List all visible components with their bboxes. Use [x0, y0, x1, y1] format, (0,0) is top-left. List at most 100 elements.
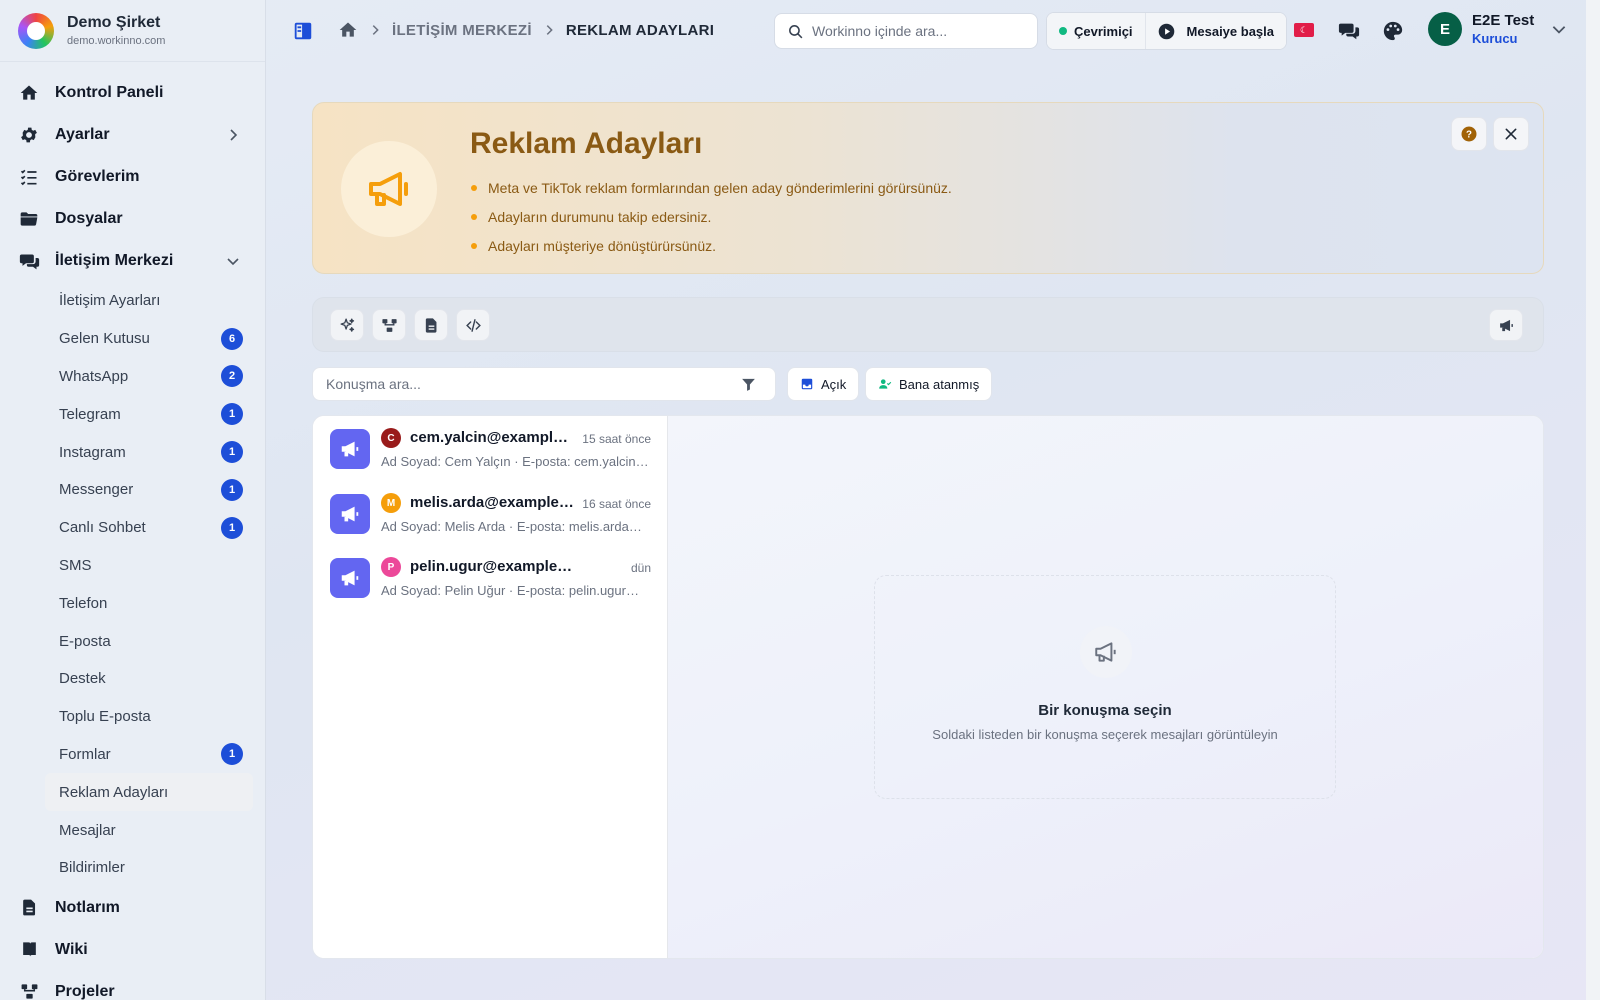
- sidebar-item-phone[interactable]: Telefon: [59, 584, 265, 622]
- sidebar-item-messages[interactable]: Mesajlar: [59, 811, 265, 849]
- sidebar-item-comm-settings[interactable]: İletişim Ayarları: [59, 282, 265, 320]
- global-search[interactable]: [774, 13, 1038, 49]
- comm-center-submenu: İletişim Ayarları Gelen Kutusu 6 WhatsApp…: [0, 282, 265, 887]
- avatar: P: [381, 557, 401, 577]
- nav-label: Wiki: [55, 940, 88, 958]
- count-badge: 1: [221, 403, 243, 426]
- main-nav: Kontrol Paneli Ayarlar Görevlerim Dosyal…: [0, 62, 265, 1000]
- user-check-icon: [879, 379, 892, 389]
- list-item[interactable]: P pelin.ugur@example.com dün Ad Soyad: P…: [313, 547, 668, 611]
- start-shift-button[interactable]: Mesaiye başla: [1145, 13, 1286, 49]
- help-button[interactable]: ?: [1451, 117, 1487, 151]
- sidebar-item-telegram[interactable]: Telegram 1: [59, 395, 265, 433]
- sidebar-item-ad-leads[interactable]: Reklam Adayları: [45, 773, 253, 812]
- sidebar-item-email[interactable]: E-posta: [59, 622, 265, 660]
- brand[interactable]: Demo Şirket demo.workinno.com: [0, 0, 265, 62]
- page-scrollbar[interactable]: [1586, 0, 1600, 1000]
- close-button[interactable]: [1493, 117, 1529, 151]
- nav-item-settings[interactable]: Ayarlar: [0, 114, 265, 156]
- breadcrumb-comm-center[interactable]: İLETİŞİM MERKEZİ: [392, 22, 532, 39]
- sidebar-item-label: Reklam Adayları: [59, 783, 169, 801]
- search-icon: [789, 24, 803, 38]
- sidebar-item-label: Instagram: [59, 443, 126, 461]
- chat-bubbles-icon[interactable]: [1338, 20, 1360, 42]
- nav-item-projects[interactable]: Projeler: [0, 971, 265, 1000]
- feature-item: Meta ve TikTok reklam formlarından gelen…: [470, 173, 952, 202]
- project-icon: [18, 981, 40, 1000]
- sidebar-item-label: Bildirimler: [59, 859, 125, 877]
- status-button[interactable]: Çevrimiçi: [1047, 13, 1146, 49]
- brand-logo: [18, 12, 54, 49]
- embed-code-button[interactable]: [456, 309, 490, 341]
- nav-item-files[interactable]: Dosyalar: [0, 198, 265, 240]
- sidebar-item-sms[interactable]: SMS: [59, 547, 265, 585]
- palette-icon[interactable]: [1382, 20, 1404, 42]
- megaphone-icon: [330, 558, 370, 598]
- user-name: E2E Test: [1472, 12, 1535, 29]
- user-menu[interactable]: E E2E Test Kurucu: [1428, 12, 1568, 46]
- home-icon[interactable]: [338, 20, 358, 40]
- inbox-icon: [801, 378, 813, 390]
- conversation-search-input[interactable]: [326, 376, 726, 392]
- workflow-button[interactable]: [372, 309, 406, 341]
- online-dot: [1059, 27, 1067, 35]
- feature-item: Adayları müşteriye dönüştürürsünüz.: [470, 231, 952, 260]
- lead-email: pelin.ugur@example.com: [410, 558, 575, 575]
- empty-state-title: Bir konuşma seçin: [1038, 702, 1172, 719]
- nav-item-comm-center[interactable]: İletişim Merkezi: [0, 240, 265, 282]
- nav-item-tasks[interactable]: Görevlerim: [0, 156, 265, 198]
- open-filter-chip[interactable]: Açık: [787, 367, 860, 401]
- book-icon: [18, 939, 40, 961]
- nav-item-notes[interactable]: Notlarım: [0, 887, 265, 929]
- lead-email: melis.arda@example.com: [410, 494, 575, 511]
- sidebar-item-bulk-email[interactable]: Toplu E-posta: [59, 698, 265, 736]
- megaphone-icon: [1080, 626, 1132, 678]
- sidebar-item-notifications[interactable]: Bildirimler: [59, 849, 265, 887]
- nav-label: Görevlerim: [55, 168, 140, 185]
- sidebar-item-instagram[interactable]: Instagram 1: [59, 433, 265, 471]
- chevron-right-icon: [368, 23, 382, 37]
- sidebar-item-label: Gelen Kutusu: [59, 330, 150, 348]
- turkish-flag-icon[interactable]: ☾: [1294, 23, 1314, 37]
- sidebar-item-whatsapp[interactable]: WhatsApp 2: [59, 358, 265, 396]
- nav-label: Notlarım: [55, 898, 120, 916]
- count-badge: 1: [221, 516, 243, 539]
- info-banner: Reklam Adayları Meta ve TikTok reklam fo…: [312, 102, 1544, 274]
- empty-state-subtitle: Soldaki listeden bir konuşma seçerek mes…: [932, 727, 1278, 742]
- sidebar-item-label: E-posta: [59, 632, 111, 650]
- count-badge: 1: [221, 478, 243, 501]
- megaphone-icon: [341, 141, 437, 237]
- sidebar-item-label: Telefon: [59, 594, 108, 612]
- document-button[interactable]: [414, 309, 448, 341]
- page-title: Reklam Adayları: [470, 127, 703, 160]
- sidebar-item-inbox[interactable]: Gelen Kutusu 6: [59, 320, 265, 358]
- avatar: C: [381, 428, 401, 448]
- conversation-search[interactable]: [312, 367, 776, 401]
- brand-name: Demo Şirket: [67, 14, 161, 31]
- ad-leads-button[interactable]: [1489, 309, 1523, 341]
- sidebar-item-label: İletişim Ayarları: [59, 292, 161, 310]
- filter-icon[interactable]: [740, 376, 757, 393]
- list-item[interactable]: M melis.arda@example.com 16 saat önce Ad…: [313, 483, 668, 547]
- assigned-to-me-chip[interactable]: Bana atanmış: [865, 367, 993, 401]
- sidebar-item-messenger[interactable]: Messenger 1: [59, 471, 265, 509]
- sidebar-item-label: SMS: [59, 556, 92, 574]
- presence-group: Çevrimiçi Mesaiye başla: [1046, 12, 1287, 50]
- search-input[interactable]: [812, 23, 1012, 39]
- nav-item-dashboard[interactable]: Kontrol Paneli: [0, 72, 265, 114]
- sidebar-item-forms[interactable]: Formlar 1: [59, 736, 265, 774]
- breadcrumb: İLETİŞİM MERKEZİ REKLAM ADAYLARI: [338, 20, 714, 40]
- toolbar: [312, 297, 1544, 352]
- nav-item-wiki[interactable]: Wiki: [0, 929, 265, 971]
- status-label: Çevrimiçi: [1074, 23, 1133, 39]
- timestamp: dün: [630, 561, 651, 575]
- feature-list: Meta ve TikTok reklam formlarından gelen…: [470, 173, 952, 260]
- ai-sparkle-button[interactable]: [330, 309, 364, 341]
- sidebar-item-live-chat[interactable]: Canlı Sohbet 1: [59, 509, 265, 547]
- sidebar-item-label: Toplu E-posta: [59, 708, 151, 726]
- sidebar-item-support[interactable]: Destek: [59, 660, 265, 698]
- list-item[interactable]: C cem.yalcin@example.com 15 saat önce Ad…: [313, 418, 668, 482]
- sidebar-toggle-icon[interactable]: [292, 20, 314, 42]
- count-badge: 6: [221, 327, 243, 350]
- conversation-panel: C cem.yalcin@example.com 15 saat önce Ad…: [312, 415, 1544, 959]
